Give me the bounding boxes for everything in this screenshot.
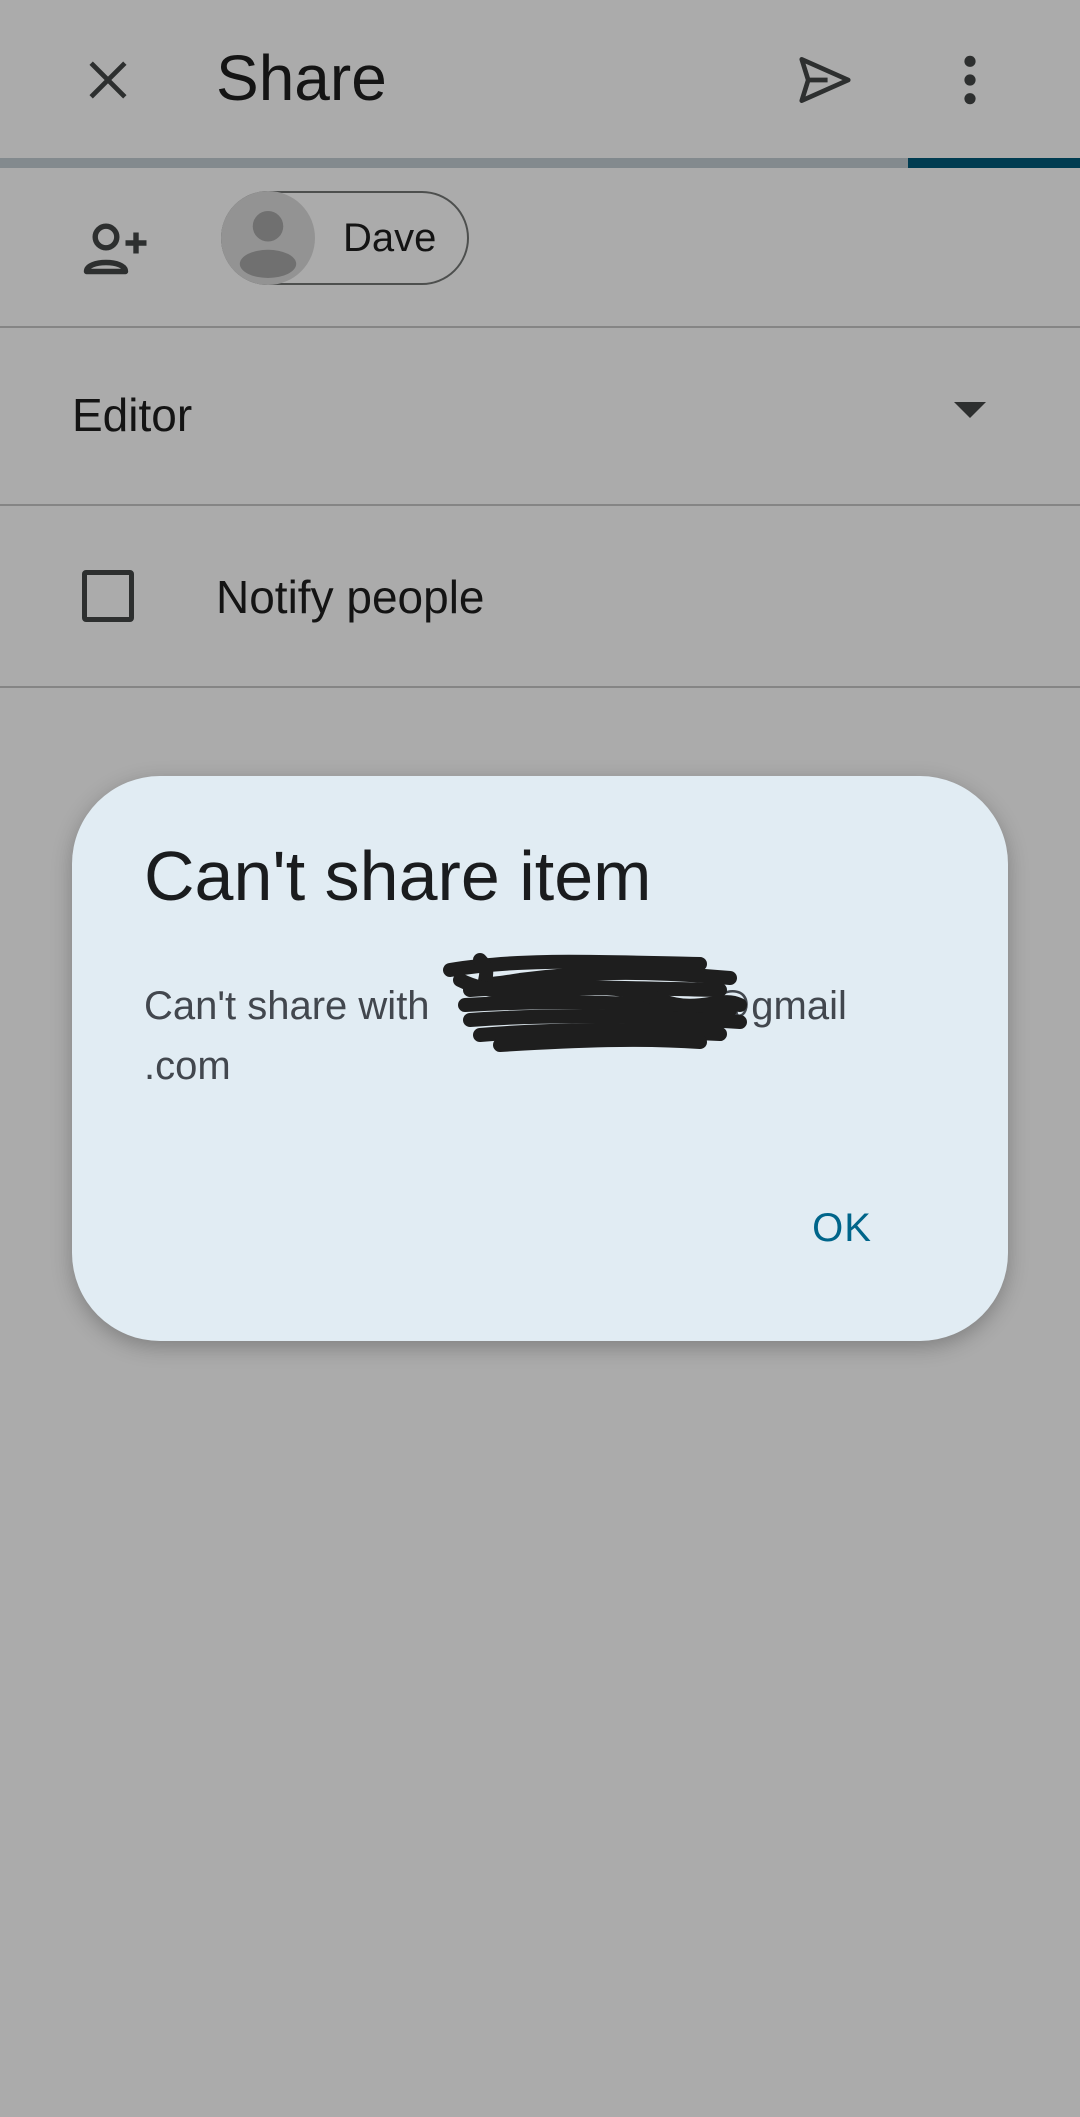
dialog-message-prefix: Can't share with — [144, 984, 441, 1028]
dialog-title: Can't share item — [144, 837, 652, 915]
share-screen: Share Dave Editor Notify people Can't sh… — [0, 0, 1080, 2117]
redaction-scribble — [443, 953, 747, 1052]
ok-button[interactable]: OK — [772, 1188, 912, 1268]
